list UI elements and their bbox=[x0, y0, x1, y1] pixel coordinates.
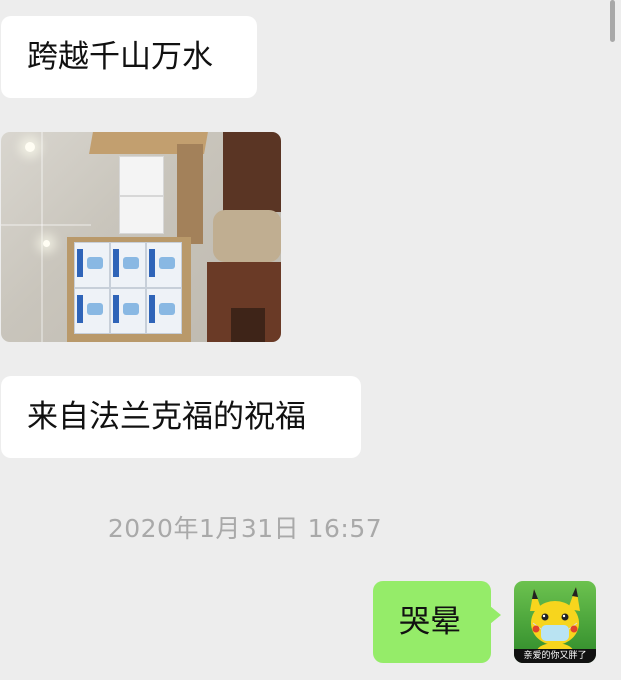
message-text: 跨越千山万水 bbox=[27, 38, 213, 75]
message-text: 哭晕 bbox=[399, 603, 461, 640]
mask-box bbox=[74, 288, 110, 334]
furniture bbox=[231, 308, 265, 342]
furniture bbox=[223, 132, 281, 212]
message-text: 来自法兰克福的祝福 bbox=[27, 398, 306, 435]
incoming-message-bubble[interactable]: 来自法兰克福的祝福 bbox=[1, 376, 361, 458]
box-flap bbox=[177, 144, 203, 244]
user-avatar[interactable]: 亲爱的你又胖了 bbox=[514, 581, 596, 663]
mask-box bbox=[146, 288, 182, 334]
image-message[interactable] bbox=[1, 132, 281, 342]
avatar-caption: 亲爱的你又胖了 bbox=[514, 649, 596, 663]
scrollbar[interactable] bbox=[610, 0, 615, 42]
mask-box bbox=[110, 242, 146, 288]
incoming-message-bubble[interactable]: 跨越千山万水 bbox=[1, 16, 257, 98]
white-box bbox=[119, 156, 164, 196]
ceiling-light-reflection bbox=[43, 240, 50, 247]
mask-box bbox=[74, 242, 110, 288]
cushion bbox=[213, 210, 281, 262]
white-box bbox=[119, 196, 164, 234]
message-timestamp: 2020年1月31日 16:57 bbox=[107, 514, 383, 543]
mask-box bbox=[146, 242, 182, 288]
outgoing-message-bubble[interactable]: 哭晕 bbox=[373, 581, 501, 663]
floor-tile-line bbox=[1, 224, 91, 226]
ceiling-light-reflection bbox=[25, 142, 35, 152]
floor-tile-line bbox=[41, 132, 43, 342]
mask-box bbox=[110, 288, 146, 334]
